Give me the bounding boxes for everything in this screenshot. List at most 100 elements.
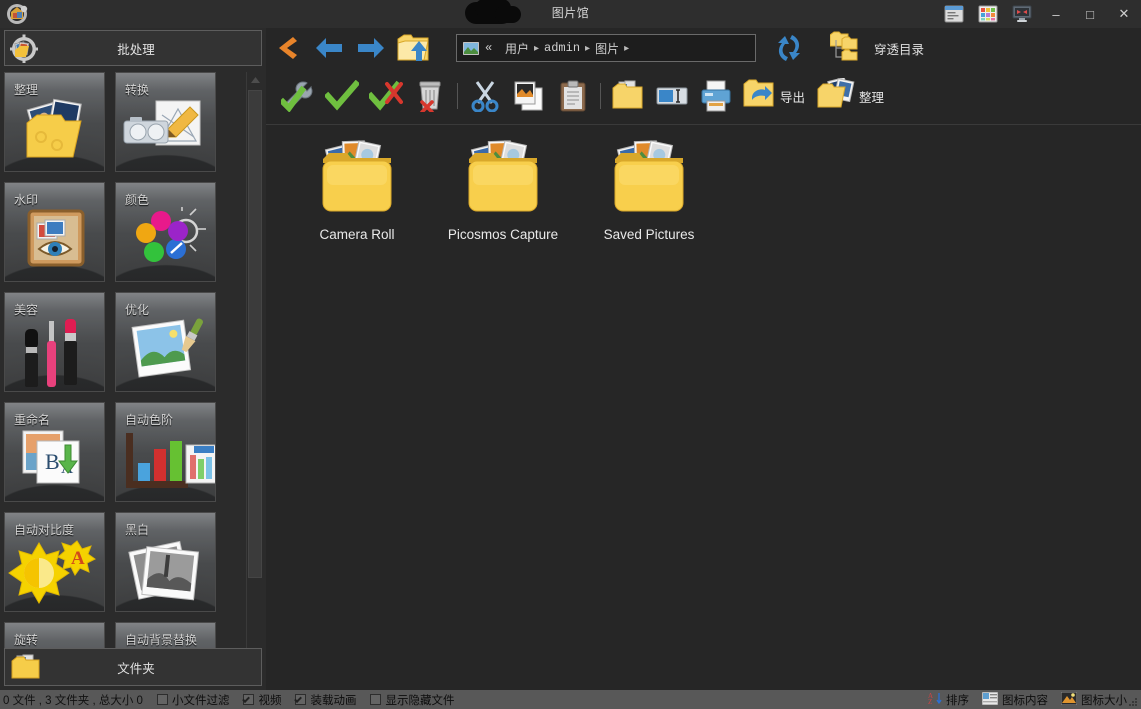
sidebar-scrollbar[interactable] <box>246 72 262 672</box>
tile-rename[interactable]: 重命名 B A <box>4 402 105 502</box>
export-button[interactable]: 导出 <box>738 72 813 120</box>
breadcrumb-separator-end[interactable]: ▸ <box>624 43 629 54</box>
icon-content-button[interactable]: 图标内容 <box>981 691 1048 708</box>
auto-levels-histogram-icon <box>116 427 215 499</box>
breadcrumb-bar[interactable]: « 用户 ▸ admin ▸ 图片 ▸ <box>456 34 756 62</box>
export-folder-arrow-icon <box>742 78 776 115</box>
breadcrumb-separator: ▸ <box>534 42 540 54</box>
copy-button[interactable] <box>507 72 551 120</box>
breadcrumb-prefix: « <box>485 41 493 55</box>
rename-button[interactable] <box>650 72 694 120</box>
resize-grip[interactable] <box>1127 696 1139 708</box>
up-folder-button[interactable] <box>392 28 434 68</box>
toolbar-separator <box>600 83 601 109</box>
tile-label: 转换 <box>125 83 150 97</box>
batch-gear-photos-icon <box>9 33 39 64</box>
folder-panel-label: 文件夹 <box>117 661 155 676</box>
optimize-photo-brush-icon <box>116 317 215 389</box>
breadcrumb-item-2[interactable]: 图片 <box>595 40 619 57</box>
forward-button[interactable] <box>350 28 392 68</box>
organize-folder-photos-icon <box>5 97 104 169</box>
select-all-button[interactable] <box>320 72 364 120</box>
icon-size-button[interactable]: 图标大小 <box>1060 691 1127 708</box>
minimize-button[interactable]: – <box>1039 0 1073 28</box>
sort-label: 排序 <box>946 694 969 707</box>
scroll-up-arrow-icon[interactable] <box>247 72 263 88</box>
tile-label: 颜色 <box>125 193 150 207</box>
delete-button[interactable] <box>408 72 452 120</box>
refresh-button[interactable] <box>770 28 808 68</box>
tile-black-white[interactable]: 黑白 <box>115 512 216 612</box>
tile-convert[interactable]: 转换 <box>115 72 216 172</box>
list-item[interactable]: Picosmos Capture <box>430 137 576 267</box>
tile-auto-levels[interactable]: 自动色阶 <box>115 402 216 502</box>
status-bar: 0 文件 , 3 文件夹 , 总大小 0 小文件过滤 视频 装载动画 显示隐藏文… <box>0 690 1141 709</box>
maximize-button[interactable]: □ <box>1073 0 1107 28</box>
tile-optimize[interactable]: 优化 <box>115 292 216 392</box>
auto-contrast-sun-a-icon: A <box>5 537 104 609</box>
checkbox-box[interactable] <box>370 694 382 705</box>
export-label: 导出 <box>780 90 806 105</box>
checkbox-label: 小文件过滤 <box>171 694 230 707</box>
organize-button[interactable]: 整理 <box>813 72 892 120</box>
organize-folder-icon <box>817 76 855 115</box>
breadcrumb-item-1[interactable]: admin <box>544 41 580 55</box>
deselect-all-button[interactable] <box>364 72 408 120</box>
sidebar-scrollbar-thumb[interactable] <box>248 90 262 578</box>
picosmos-window: 图片馆 – □ ✕ 批处理 整理 转换 水印 颜色 美容 优化 重命名 B 自动… <box>0 0 1141 709</box>
tile-label: 水印 <box>14 193 39 207</box>
tile-label: 旋转 <box>14 633 39 647</box>
breadcrumb-spacer-0 <box>497 43 500 54</box>
title-bar-right: – □ ✕ <box>937 0 1141 28</box>
breadcrumb-separator: ▸ <box>585 42 591 54</box>
folder-panel-button[interactable]: 文件夹 <box>4 648 262 686</box>
tile-color[interactable]: 颜色 <box>115 182 216 282</box>
tile-watermark[interactable]: 水印 <box>4 182 105 282</box>
color-palette-dots-icon <box>116 205 215 279</box>
icon-content-label: 图标内容 <box>1002 694 1048 707</box>
title-bar: 图片馆 – □ ✕ <box>0 0 1141 28</box>
rename-ab-arrow-icon: B A <box>5 427 104 499</box>
tile-label: 自动色阶 <box>125 413 174 427</box>
tile-beauty[interactable]: 美容 <box>4 292 105 392</box>
checkbox-label: 装载动画 <box>310 694 357 707</box>
collapse-panel-button[interactable] <box>266 28 308 68</box>
tile-label: 自动背景替换 <box>125 633 198 647</box>
folder-pictures-icon <box>11 654 41 680</box>
document-tool-icon[interactable] <box>937 0 971 28</box>
list-item[interactable]: Saved Pictures <box>576 137 722 267</box>
penetrate-directory-button[interactable]: 穿透目录 <box>829 28 924 68</box>
new-folder-button[interactable] <box>606 72 650 120</box>
checkbox-video[interactable]: 视频 <box>243 692 281 708</box>
palette-tool-icon[interactable] <box>971 0 1005 28</box>
folder-name: Camera Roll <box>319 227 395 242</box>
checkbox-label: 显示隐藏文件 <box>385 694 455 707</box>
sort-button[interactable]: A Z 排序 <box>928 692 969 708</box>
tile-label: 优化 <box>125 303 150 317</box>
left-sidebar: 批处理 整理 转换 水印 颜色 美容 优化 重命名 B 自动色阶 自动对比度 A… <box>0 28 266 690</box>
checkbox-box[interactable] <box>243 694 255 705</box>
breadcrumb-item-0[interactable]: 用户 <box>505 40 529 57</box>
checkbox-small-file-filter[interactable]: 小文件过滤 <box>156 692 230 708</box>
batch-process-header[interactable]: 批处理 <box>4 30 262 66</box>
svg-text:Z: Z <box>928 698 932 705</box>
tile-organize[interactable]: 整理 <box>4 72 105 172</box>
checkbox-box[interactable] <box>295 694 307 705</box>
checkbox-box[interactable] <box>156 694 168 705</box>
paste-button[interactable] <box>551 72 595 120</box>
toolbar-separator <box>457 83 458 109</box>
cut-button[interactable] <box>463 72 507 120</box>
screen-capture-tool-icon[interactable] <box>1005 0 1039 28</box>
watermark-eye-stamp-icon <box>5 207 104 279</box>
print-button[interactable] <box>694 72 738 120</box>
icon-size-icon <box>1060 691 1078 708</box>
tile-auto-contrast[interactable]: 自动对比度 A <box>4 512 105 612</box>
close-button[interactable]: ✕ <box>1107 0 1141 28</box>
file-browser-content[interactable]: Camera Roll Picosmos Capture Saved Pictu… <box>266 124 1141 690</box>
batch-tools-list: 整理 转换 水印 颜色 美容 优化 重命名 B 自动色阶 自动对比度 A 黑白 … <box>4 72 252 672</box>
back-button[interactable] <box>308 28 350 68</box>
list-item[interactable]: Camera Roll <box>284 137 430 267</box>
tool-settings-button[interactable] <box>276 72 320 120</box>
checkbox-load-animation[interactable]: 装载动画 <box>295 692 356 708</box>
checkbox-show-hidden-files[interactable]: 显示隐藏文件 <box>370 692 454 708</box>
